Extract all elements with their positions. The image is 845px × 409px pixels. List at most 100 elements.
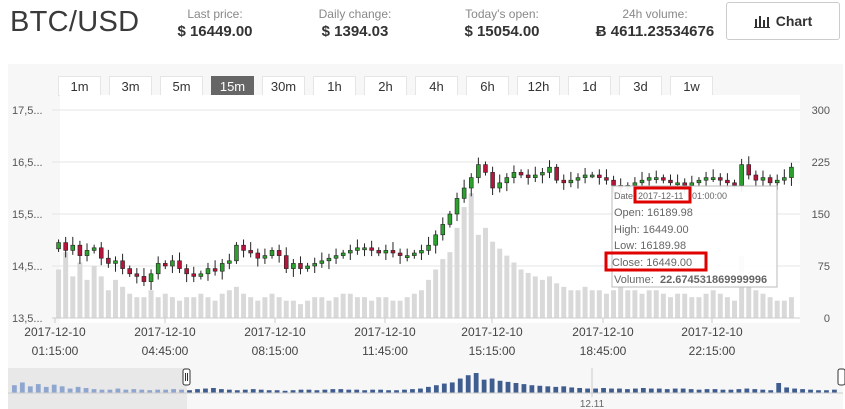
candle-body: [227, 260, 232, 264]
candle-body: [461, 187, 467, 199]
navigator-bar: [203, 388, 208, 393]
candle-body: [639, 179, 645, 184]
tooltip-date-value: 2017-12-11: [638, 191, 683, 201]
tooltip-volume-label: Volume:: [614, 274, 654, 286]
candle-body: [141, 276, 147, 282]
candle-body: [476, 164, 481, 178]
candle-body: [782, 177, 787, 181]
candle-body: [561, 179, 567, 184]
candle-body: [653, 177, 659, 180]
volume-bar: [333, 297, 339, 318]
volume-bar: [219, 293, 225, 318]
navigator-bar: [505, 381, 511, 393]
x-tick-time: 04:45:00: [142, 344, 189, 358]
candle-body: [127, 268, 132, 275]
navigator-bar: [704, 389, 710, 393]
navigator-bar: [43, 386, 49, 393]
navigator-bar: [27, 386, 33, 393]
volume-bar: [781, 300, 787, 318]
candle-body: [632, 182, 638, 186]
candle-body: [113, 260, 118, 264]
navigator-right-handle[interactable]: [837, 368, 845, 386]
volume-bar: [753, 290, 759, 318]
volume-bar: [141, 297, 147, 318]
candle-body: [397, 252, 403, 256]
candle-body: [468, 177, 474, 189]
candle-body: [376, 250, 382, 254]
candle-body: [611, 179, 616, 186]
volume-bar: [105, 290, 111, 318]
navigator-bar: [441, 383, 447, 393]
navigator-left-handle[interactable]: [182, 368, 191, 386]
price-chart[interactable]: 17,5... 16,5... 15,5... 14,5... 13,5... 300 2…: [0, 0, 845, 409]
volume-bar: [56, 269, 62, 318]
x-tick-date: 2017-12-10: [461, 325, 523, 339]
volume-bar: [70, 276, 76, 318]
navigator-bar: [67, 388, 73, 393]
candle-body: [241, 244, 246, 251]
navigator-bar: [680, 388, 686, 393]
volume-bar: [205, 297, 211, 318]
candle-body: [725, 179, 730, 184]
candle-body: [134, 273, 140, 277]
candle-body: [219, 263, 225, 272]
volume-bar: [233, 286, 239, 318]
candle-body: [511, 172, 517, 178]
navigator-bar: [171, 389, 177, 393]
range-navigator[interactable]: 12.11: [8, 364, 845, 409]
volume-bar: [397, 300, 403, 318]
navigator-bar: [83, 388, 89, 393]
volume-bar: [547, 276, 553, 318]
volume-bar: [290, 300, 296, 318]
volume-bar: [561, 286, 567, 318]
volume-bar: [390, 300, 396, 318]
volume-bar: [667, 297, 673, 318]
candle-body: [177, 260, 182, 269]
candle-body: [675, 182, 680, 186]
navigator-bar: [521, 384, 527, 393]
candle-body: [148, 273, 154, 282]
volume-bar: [468, 193, 474, 318]
volume-bar: [447, 252, 453, 318]
volume-bar: [518, 269, 524, 318]
navigator-bar: [712, 389, 718, 393]
x-tick-time: 08:15:00: [252, 344, 299, 358]
tooltip-time-value: 01:00:00: [692, 191, 727, 201]
x-tick-date: 2017-12-10: [244, 325, 306, 339]
candle-body: [283, 255, 289, 269]
volume-bar: [653, 290, 659, 318]
navigator-bar: [51, 384, 57, 393]
navigator-unselected-area: [8, 368, 187, 409]
navigator-bar: [617, 388, 622, 393]
candle-body: [682, 182, 687, 186]
volume-bar: [198, 293, 204, 318]
navigator-bar: [601, 388, 606, 393]
y2-tick-label: 225: [812, 157, 830, 169]
volume-bar: [724, 297, 730, 318]
volume-bar: [269, 293, 275, 318]
candle-body: [554, 166, 559, 181]
volume-bar: [675, 293, 681, 318]
navigator-bar: [569, 387, 575, 393]
navigator-bar: [12, 385, 17, 393]
candle-body: [504, 177, 510, 184]
candle-body: [326, 257, 332, 262]
volume-bar: [411, 293, 417, 318]
volume-bar: [482, 227, 488, 318]
navigator-bar: [577, 388, 583, 393]
candle-body: [56, 242, 61, 250]
volume-bar: [767, 297, 773, 318]
navigator-bar: [457, 378, 463, 393]
navigator-bar: [593, 388, 598, 393]
navigator-bar: [633, 388, 638, 393]
volume-bar: [312, 297, 318, 318]
candle-body: [362, 247, 367, 251]
navigator-bar: [211, 388, 216, 393]
candle-body: [248, 250, 253, 254]
y2-tick-label: 0: [824, 313, 830, 325]
candle-body: [319, 260, 325, 264]
y-axis-right: 300 225 150 75 0: [812, 105, 830, 325]
navigator-bar: [497, 380, 503, 393]
volume-bar: [276, 297, 282, 318]
navigator-bar: [609, 388, 614, 393]
